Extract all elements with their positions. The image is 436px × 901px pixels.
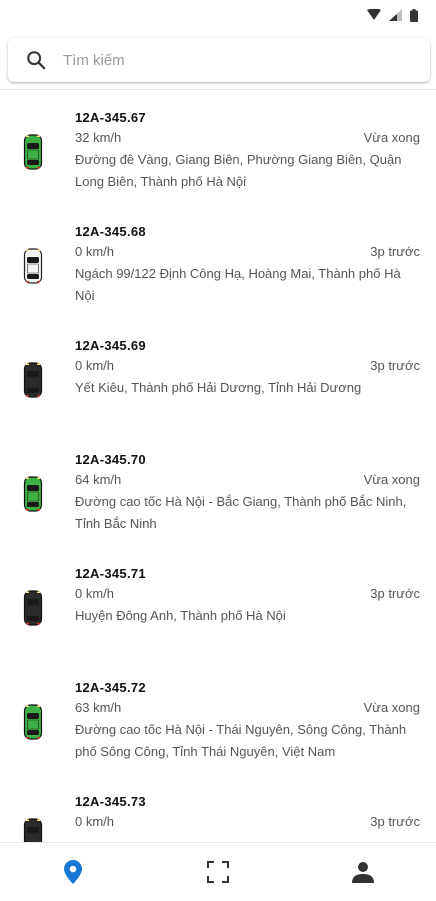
car-icon bbox=[23, 476, 43, 512]
nav-map-button[interactable] bbox=[43, 850, 103, 894]
speed: 0 km/h bbox=[75, 586, 115, 601]
address: Huyện Đông Anh, Thành phố Hà Nội bbox=[75, 608, 286, 623]
wifi-icon bbox=[367, 9, 381, 20]
vehicle-item[interactable]: 12A-345.67 32 km/h Vừa xong Đường đê Vàn… bbox=[0, 90, 436, 204]
scan-icon[interactable] bbox=[206, 861, 229, 883]
license-plate: 12A-345.73 bbox=[75, 794, 146, 809]
bottom-navigation bbox=[0, 842, 436, 901]
search-icon[interactable] bbox=[25, 49, 47, 71]
last-update: Vừa xong bbox=[363, 472, 420, 487]
nav-profile-button[interactable] bbox=[333, 850, 393, 894]
search-input[interactable] bbox=[61, 50, 430, 70]
license-plate: 12A-345.68 bbox=[75, 224, 146, 239]
address: Ngách 99/122 Định Công Hạ, Hoàng Mai, Th… bbox=[75, 266, 401, 303]
speed: 0 km/h bbox=[75, 358, 115, 373]
last-update: 3p trước bbox=[370, 586, 420, 601]
car-icon bbox=[23, 134, 43, 170]
address: Đường đê Vàng, Giang Biên, Phường Giang … bbox=[75, 152, 402, 189]
vehicle-item[interactable]: 12A-345.71 0 km/h 3p trước Huyện Đông An… bbox=[0, 546, 436, 660]
address: Đường cao tốc Hà Nội - Bắc Giang, Thành … bbox=[75, 494, 407, 531]
vehicle-item[interactable]: 12A-345.73 0 km/h 3p trước bbox=[0, 774, 436, 842]
speed: 32 km/h bbox=[75, 130, 122, 145]
vehicle-item[interactable]: 12A-345.69 0 km/h 3p trước Yết Kiêu, Thà… bbox=[0, 318, 436, 432]
speed: 0 km/h bbox=[75, 244, 115, 259]
last-update: 3p trước bbox=[370, 814, 420, 829]
battery-icon bbox=[410, 8, 418, 22]
search-bar[interactable] bbox=[8, 38, 430, 82]
car-icon bbox=[23, 818, 43, 842]
vehicle-list[interactable]: 12A-345.67 32 km/h Vừa xong Đường đê Vàn… bbox=[0, 90, 436, 842]
license-plate: 12A-345.71 bbox=[75, 566, 146, 581]
signal-icon bbox=[389, 9, 402, 21]
last-update: Vừa xong bbox=[363, 700, 420, 715]
license-plate: 12A-345.69 bbox=[75, 338, 146, 353]
nav-scan-button[interactable] bbox=[188, 850, 248, 894]
map-pin-icon[interactable] bbox=[63, 860, 82, 884]
car-icon bbox=[23, 362, 43, 398]
license-plate: 12A-345.67 bbox=[75, 110, 146, 125]
vehicle-item[interactable]: 12A-345.70 64 km/h Vừa xong Đường cao tố… bbox=[0, 432, 436, 546]
last-update: 3p trước bbox=[370, 244, 420, 259]
license-plate: 12A-345.70 bbox=[75, 452, 146, 467]
status-bar bbox=[0, 0, 436, 30]
speed: 64 km/h bbox=[75, 472, 122, 487]
car-icon bbox=[23, 704, 43, 740]
speed: 0 km/h bbox=[75, 814, 115, 829]
car-icon bbox=[23, 248, 43, 284]
address: Đường cao tốc Hà Nội - Thái Nguyên, Sông… bbox=[75, 722, 407, 759]
last-update: Vừa xong bbox=[363, 130, 420, 145]
car-icon bbox=[23, 590, 43, 626]
speed: 63 km/h bbox=[75, 700, 122, 715]
person-icon[interactable] bbox=[352, 861, 375, 883]
license-plate: 12A-345.72 bbox=[75, 680, 146, 695]
vehicle-item[interactable]: 12A-345.68 0 km/h 3p trước Ngách 99/122 … bbox=[0, 204, 436, 318]
vehicle-item[interactable]: 12A-345.72 63 km/h Vừa xong Đường cao tố… bbox=[0, 660, 436, 774]
address: Yết Kiêu, Thành phố Hải Dương, Tỉnh Hải … bbox=[75, 380, 362, 395]
last-update: 3p trước bbox=[370, 358, 420, 373]
